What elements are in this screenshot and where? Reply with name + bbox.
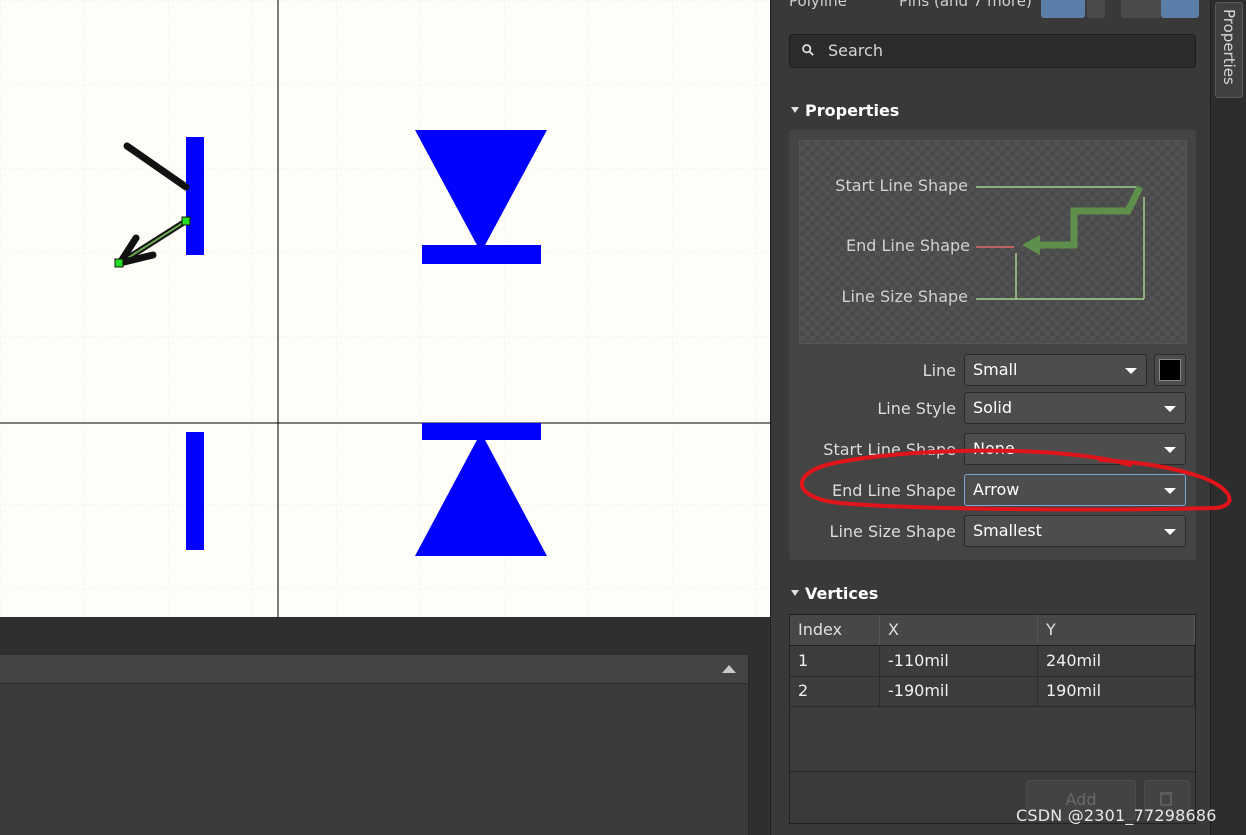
- table-row[interactable]: 2 -190mil 190mil: [790, 676, 1195, 707]
- chevron-down-icon: [1164, 488, 1176, 494]
- chevron-down-icon: [1164, 529, 1176, 535]
- end-line-shape-label: End Line Shape: [831, 481, 956, 500]
- pin-bar-vertical: [186, 137, 204, 255]
- end-line-shape-value: Arrow: [973, 480, 1020, 499]
- start-line-shape-label: Start Line Shape: [823, 440, 956, 459]
- vertex-index: 1: [790, 646, 880, 676]
- chevron-down-icon: [1164, 406, 1176, 412]
- vertices-title: Vertices: [805, 584, 879, 603]
- vertex-x[interactable]: -110mil: [880, 646, 1038, 676]
- column-header-index[interactable]: Index: [790, 615, 880, 645]
- object-type-label: Polyline: [789, 0, 847, 10]
- collapse-triangle-icon[interactable]: [791, 589, 799, 596]
- line-size-shape-select[interactable]: Smallest: [964, 515, 1186, 547]
- collapse-triangle-icon[interactable]: [791, 106, 799, 113]
- start-line-shape-value: None: [973, 439, 1015, 458]
- trash-icon: [1160, 792, 1172, 806]
- watermark-text: CSDN @2301_77298686: [1016, 806, 1217, 825]
- line-style-label: Line Style: [877, 399, 956, 418]
- preview-start-label: Start Line Shape: [835, 176, 968, 195]
- panel-tab-strip: Properties: [1210, 0, 1246, 835]
- filter-summary[interactable]: Pins (and 7 more): [899, 0, 1032, 10]
- start-line-shape-select[interactable]: None: [964, 433, 1186, 465]
- tab-properties-label: Properties: [1220, 9, 1238, 85]
- line-style-value: Solid: [973, 398, 1012, 417]
- line-color-picker[interactable]: [1154, 354, 1186, 386]
- pointer-mode-button[interactable]: [1161, 0, 1199, 18]
- table-header: Index X Y: [790, 615, 1195, 646]
- preview-arrow-icon: [1022, 235, 1040, 255]
- preview-size-label: Line Size Shape: [841, 287, 968, 306]
- vertex-handle: [114, 258, 124, 268]
- line-label: Line: [922, 361, 956, 380]
- line-size-shape-value: Smallest: [973, 521, 1042, 540]
- search-placeholder: Search: [828, 41, 883, 60]
- select-mode-button[interactable]: [1121, 0, 1161, 18]
- filter-button[interactable]: [1041, 0, 1085, 18]
- pin-bar-horizontal: [422, 423, 541, 440]
- pin-bar-vertical: [186, 432, 204, 550]
- schematic-canvas[interactable]: [0, 0, 770, 617]
- line-shape-preview: Start Line Shape End Line Shape Line Siz…: [799, 140, 1187, 344]
- properties-section-header[interactable]: Properties: [791, 101, 899, 120]
- search-icon: [802, 44, 814, 56]
- column-header-y[interactable]: Y: [1038, 615, 1195, 645]
- preview-end-label: End Line Shape: [845, 236, 970, 255]
- vertex-y[interactable]: 190mil: [1038, 676, 1195, 706]
- vertex-index: 2: [790, 676, 880, 706]
- messages-panel: [0, 655, 749, 835]
- vertices-table: Index X Y 1 -110mil 240mil 2 -190mil 190…: [789, 614, 1196, 772]
- chevron-down-icon: [1125, 368, 1137, 374]
- vertex-y[interactable]: 240mil: [1038, 646, 1195, 676]
- properties-group: Start Line Shape End Line Shape Line Siz…: [789, 130, 1196, 560]
- canvas-graphics: [0, 0, 770, 617]
- tab-properties[interactable]: Properties: [1215, 2, 1243, 98]
- line-width-value: Small: [973, 360, 1018, 379]
- filter-dropdown-button[interactable]: [1087, 0, 1105, 18]
- column-header-x[interactable]: X: [880, 615, 1038, 645]
- line-style-select[interactable]: Solid: [964, 392, 1186, 424]
- messages-panel-header: [0, 655, 748, 684]
- end-line-shape-select[interactable]: Arrow: [964, 474, 1186, 506]
- vertex-handle: [181, 216, 191, 226]
- pin-bar-horizontal: [422, 245, 541, 264]
- line-width-select[interactable]: Small: [964, 354, 1147, 386]
- vertices-section-header[interactable]: Vertices: [791, 584, 878, 603]
- chevron-down-icon: [1164, 447, 1176, 453]
- collapse-up-icon[interactable]: [722, 665, 736, 673]
- properties-title: Properties: [805, 101, 900, 120]
- color-swatch-fill: [1159, 359, 1181, 381]
- line-size-shape-label: Line Size Shape: [829, 522, 956, 541]
- search-input[interactable]: Search: [789, 34, 1196, 68]
- table-row[interactable]: 1 -110mil 240mil: [790, 646, 1195, 677]
- bottom-dock: [0, 617, 770, 835]
- properties-panel: Polyline Pins (and 7 more) Search Proper…: [770, 0, 1211, 835]
- vertex-x[interactable]: -190mil: [880, 676, 1038, 706]
